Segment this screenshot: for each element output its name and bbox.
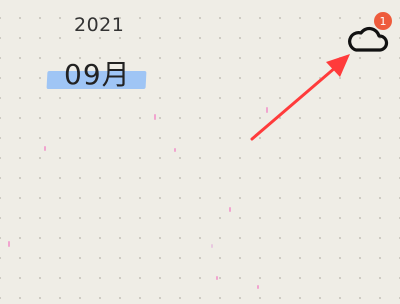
pointer-arrow: [250, 54, 350, 141]
notification-badge: 1: [374, 12, 392, 30]
